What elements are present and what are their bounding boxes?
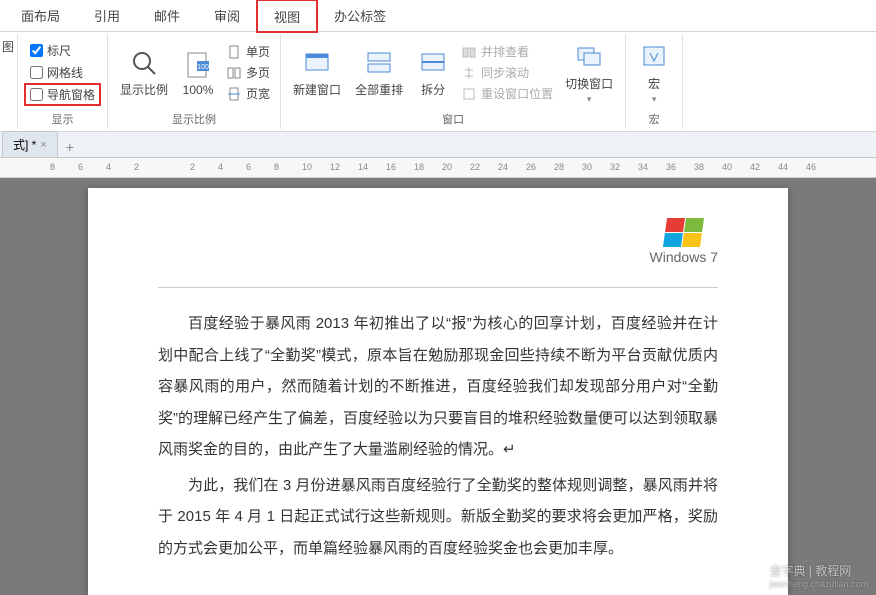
ruler-tick: 40 — [722, 162, 732, 172]
sync-scroll-button: 同步滚动 — [459, 63, 555, 82]
document-tab-label: 式] * — [13, 136, 36, 153]
switch-window-button[interactable]: 切换窗口 ▾ — [561, 39, 617, 107]
side-by-side-icon — [461, 44, 477, 60]
chevron-down-icon: ▾ — [587, 94, 592, 105]
group-window: 新建窗口 全部重排 拆分 并排查看 同步滚 — [281, 34, 626, 129]
document-tab[interactable]: 式] * × — [2, 131, 58, 157]
reset-position-button: 重设窗口位置 — [459, 84, 555, 103]
page-header: Windows 7 — [158, 218, 718, 288]
chevron-down-icon: ▾ — [652, 94, 657, 105]
close-icon[interactable]: × — [40, 139, 46, 151]
ribbon: 图 标尺 网格线 导航窗格 — [0, 32, 876, 132]
group-show: 标尺 网格线 导航窗格 显示 — [18, 34, 108, 129]
new-window-button[interactable]: 新建窗口 — [289, 45, 345, 100]
svg-text:100: 100 — [197, 64, 209, 71]
tab-review[interactable]: 审阅 — [197, 0, 257, 31]
checkbox-gridlines-label: 网格线 — [47, 64, 83, 81]
split-button[interactable]: 拆分 — [413, 45, 453, 100]
ruler-tick: 2 — [134, 162, 139, 172]
tab-mailings[interactable]: 邮件 — [137, 0, 197, 31]
paragraph-1: 百度经验于暴风雨 2013 年初推出了以“报”为核心的回享计划，百度经验并在计划… — [158, 308, 718, 466]
one-page-button[interactable]: 单页 — [224, 42, 272, 61]
ruler-tick: 10 — [302, 162, 312, 172]
magnifier-icon — [128, 47, 160, 79]
multi-page-icon — [226, 65, 242, 81]
checkbox-gridlines-input[interactable] — [30, 66, 43, 79]
ruler-tick: 44 — [778, 162, 788, 172]
ruler-tick: 36 — [666, 162, 676, 172]
paragraph-2: 为此，我们在 3 月份进暴风雨百度经验行了全勤奖的整体规则调整，暴风雨并将于 2… — [158, 470, 718, 565]
multi-page-button[interactable]: 多页 — [224, 63, 272, 82]
ruler-tick: 4 — [106, 162, 111, 172]
group-macros: 宏 ▾ 宏 — [626, 34, 683, 129]
ruler-tick: 24 — [498, 162, 508, 172]
ruler-tick: 46 — [806, 162, 816, 172]
macros-icon — [638, 41, 670, 73]
zoom-button[interactable]: 显示比例 — [116, 45, 172, 100]
checkbox-navigation-pane-input[interactable] — [30, 88, 43, 101]
ruler-tick: 14 — [358, 162, 368, 172]
checkbox-ruler-input[interactable] — [30, 44, 43, 57]
zoom-100-label: 100% — [183, 83, 214, 97]
ruler-tick: 20 — [442, 162, 452, 172]
sync-scroll-icon — [461, 65, 477, 81]
horizontal-ruler[interactable]: 8642246810121416182022242628303234363840… — [0, 158, 876, 178]
windows-logo: Windows 7 — [650, 218, 718, 265]
tab-page-layout[interactable]: 面布局 — [4, 0, 77, 31]
new-window-icon — [301, 47, 333, 79]
document-area[interactable]: Windows 7 百度经验于暴风雨 2013 年初推出了以“报”为核心的回享计… — [0, 178, 876, 595]
document-tabs: 式] * × + — [0, 132, 876, 158]
ruler-tick: 28 — [554, 162, 564, 172]
split-icon — [417, 47, 449, 79]
windows-logo-text: Windows 7 — [650, 249, 718, 265]
zoom-100-button[interactable]: 100 100% — [178, 47, 218, 99]
ruler-tick: 30 — [582, 162, 592, 172]
windows-flag-icon — [663, 218, 704, 247]
tab-references[interactable]: 引用 — [77, 0, 137, 31]
ruler-tick: 22 — [470, 162, 480, 172]
checkbox-gridlines[interactable]: 网格线 — [26, 63, 99, 82]
ruler-tick: 12 — [330, 162, 340, 172]
group-zoom: 显示比例 100 100% 单页 多页 — [108, 34, 281, 129]
page-width-button[interactable]: 页宽 — [224, 84, 272, 103]
page-width-icon — [226, 86, 242, 102]
side-label: 图 — [0, 34, 18, 129]
ruler-tick: 16 — [386, 162, 396, 172]
page: Windows 7 百度经验于暴风雨 2013 年初推出了以“报”为核心的回享计… — [88, 188, 788, 595]
ruler-tick: 26 — [526, 162, 536, 172]
ruler-tick: 34 — [638, 162, 648, 172]
group-window-label: 窗口 — [442, 109, 464, 127]
checkbox-ruler[interactable]: 标尺 — [26, 41, 99, 60]
tab-view[interactable]: 视图 — [257, 0, 317, 32]
add-tab-button[interactable]: + — [58, 137, 82, 157]
side-by-side-button: 并排查看 — [459, 42, 555, 61]
macros-button[interactable]: 宏 ▾ — [634, 39, 674, 107]
reset-position-icon — [461, 86, 477, 102]
ribbon-tabs: 面布局 引用 邮件 审阅 视图 办公标签 — [0, 0, 876, 32]
arrange-all-button[interactable]: 全部重排 — [351, 45, 407, 100]
group-macros-label: 宏 — [649, 109, 660, 127]
ruler-tick: 6 — [246, 162, 251, 172]
switch-window-icon — [573, 41, 605, 73]
ruler-tick: 4 — [218, 162, 223, 172]
zoom-button-label: 显示比例 — [120, 81, 168, 98]
checkbox-navigation-pane[interactable]: 导航窗格 — [26, 85, 99, 104]
group-show-label: 显示 — [52, 109, 74, 127]
one-page-icon — [226, 44, 242, 60]
checkbox-ruler-label: 标尺 — [47, 42, 71, 59]
ruler-tick: 8 — [274, 162, 279, 172]
ruler-tick: 6 — [78, 162, 83, 172]
group-zoom-label: 显示比例 — [172, 109, 216, 127]
ruler-tick: 38 — [694, 162, 704, 172]
page-body: 百度经验于暴风雨 2013 年初推出了以“报”为核心的回享计划，百度经验并在计划… — [158, 308, 718, 564]
ruler-tick: 8 — [50, 162, 55, 172]
page-100-icon: 100 — [182, 49, 214, 81]
arrange-all-icon — [363, 47, 395, 79]
ruler-tick: 32 — [610, 162, 620, 172]
ruler-tick: 18 — [414, 162, 424, 172]
ruler-tick: 42 — [750, 162, 760, 172]
ruler-tick: 2 — [190, 162, 195, 172]
tab-addins[interactable]: 办公标签 — [317, 0, 403, 31]
checkbox-navigation-pane-label: 导航窗格 — [47, 86, 95, 103]
